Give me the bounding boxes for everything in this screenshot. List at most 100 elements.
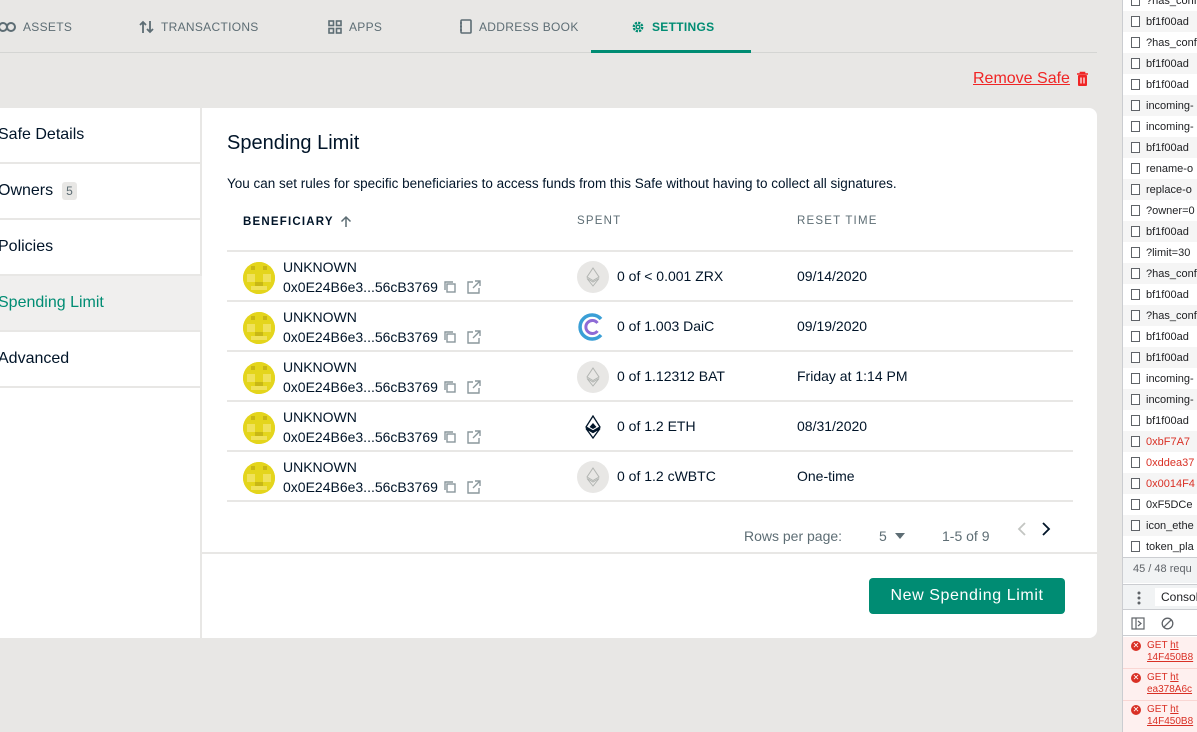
- next-page-icon[interactable]: [1041, 522, 1051, 536]
- file-icon: [1131, 58, 1140, 69]
- sidebar-item-advanced[interactable]: Advanced: [0, 332, 202, 388]
- copy-icon[interactable]: [443, 280, 457, 294]
- network-request-row[interactable]: ?has_conf: [1123, 263, 1197, 284]
- console-error-row[interactable]: ✕ GET ht 14F450B8: [1123, 701, 1197, 732]
- sidebar-item-safe-details[interactable]: Safe Details: [0, 108, 202, 164]
- copy-icon[interactable]: [443, 430, 457, 444]
- tab-transactions[interactable]: TRANSACTIONS: [139, 0, 259, 53]
- remove-safe-button[interactable]: Remove Safe: [973, 70, 1089, 88]
- sidebar-item-label: Policies: [0, 238, 54, 255]
- dropdown-arrow-icon: [894, 533, 905, 539]
- network-request-row[interactable]: ?has_conf: [1123, 32, 1197, 53]
- network-request-row[interactable]: bf1f00ad: [1123, 11, 1197, 32]
- request-name: ?has_conf: [1146, 267, 1197, 280]
- request-name: token_pla: [1146, 540, 1194, 553]
- sidebar-item-spending-limit[interactable]: Spending Limit: [0, 276, 202, 332]
- network-request-row[interactable]: rename-o: [1123, 158, 1197, 179]
- tab-assets-label: ASSETS: [23, 19, 73, 34]
- table-row[interactable]: UNKNOWN 0x0E24B6e3...56cB3769 0 of 1.123…: [227, 352, 1073, 402]
- clear-console-icon[interactable]: [1161, 617, 1174, 630]
- request-name: bf1f00ad: [1146, 330, 1189, 343]
- table-row[interactable]: UNKNOWN 0x0E24B6e3...56cB3769 0 of 1.2 c…: [227, 452, 1073, 502]
- error-url-cont[interactable]: 14F450B8: [1147, 652, 1193, 663]
- network-request-row[interactable]: bf1f00ad: [1123, 221, 1197, 242]
- sidebar-item-owners[interactable]: Owners 5: [0, 164, 202, 220]
- devtools-drawer-tabs: Consol: [1123, 584, 1197, 610]
- network-request-row[interactable]: incoming-: [1123, 116, 1197, 137]
- external-link-icon[interactable]: [467, 280, 481, 294]
- beneficiary-address: 0x0E24B6e3...56cB3769: [283, 329, 438, 345]
- network-request-row[interactable]: replace-o: [1123, 179, 1197, 200]
- reset-time: One-time: [797, 468, 855, 484]
- file-icon: [1131, 247, 1140, 258]
- network-request-row[interactable]: bf1f00ad: [1123, 326, 1197, 347]
- external-link-icon[interactable]: [467, 480, 481, 494]
- request-name: bf1f00ad: [1146, 15, 1189, 28]
- beneficiary-name: UNKNOWN: [283, 459, 357, 475]
- network-request-row[interactable]: ?has_conf: [1123, 0, 1197, 11]
- file-icon: [1131, 310, 1140, 321]
- console-error-row[interactable]: ✕ GET ht ea378A6c: [1123, 669, 1197, 701]
- network-request-row[interactable]: token_pla: [1123, 536, 1197, 557]
- request-name: ?has_conf: [1146, 309, 1197, 322]
- error-url-cont[interactable]: ea378A6c: [1147, 684, 1192, 695]
- network-request-row[interactable]: 0xddea37: [1123, 452, 1197, 473]
- copy-icon[interactable]: [443, 480, 457, 494]
- network-request-row[interactable]: bf1f00ad: [1123, 284, 1197, 305]
- error-url[interactable]: ht: [1170, 704, 1178, 715]
- sidebar-item-label: Spending Limit: [0, 294, 104, 311]
- request-name: bf1f00ad: [1146, 78, 1189, 91]
- network-request-row[interactable]: bf1f00ad: [1123, 53, 1197, 74]
- tab-address-book[interactable]: ADDRESS BOOK: [459, 0, 579, 53]
- network-request-row[interactable]: 0xF5DCe: [1123, 494, 1197, 515]
- beneficiary-name: UNKNOWN: [283, 359, 357, 375]
- file-icon: [1131, 394, 1140, 405]
- rows-per-page-select[interactable]: 5: [879, 528, 905, 544]
- request-name: 0xbF7A7: [1146, 435, 1191, 448]
- settings-card: Safe Details Owners 5 Policies Spending …: [0, 108, 1097, 638]
- table-row[interactable]: UNKNOWN 0x0E24B6e3...56cB3769 0 of 1.003…: [227, 302, 1073, 352]
- sidebar-item-policies[interactable]: Policies: [0, 220, 202, 276]
- beneficiary-avatar: [243, 362, 275, 394]
- network-request-row[interactable]: 0xbF7A7: [1123, 431, 1197, 452]
- spent-amount: 0 of 1.003 DaiC: [617, 318, 715, 334]
- prev-page-icon[interactable]: [1017, 522, 1027, 536]
- file-icon: [1131, 289, 1140, 300]
- error-url[interactable]: ht: [1170, 640, 1178, 651]
- beneficiary-name: UNKNOWN: [283, 259, 357, 275]
- network-request-row[interactable]: bf1f00ad: [1123, 137, 1197, 158]
- copy-icon[interactable]: [443, 330, 457, 344]
- sort-arrow-up-icon: [340, 215, 351, 227]
- network-request-row[interactable]: ?owner=0: [1123, 200, 1197, 221]
- network-request-row[interactable]: icon_ethe: [1123, 515, 1197, 536]
- new-spending-limit-button[interactable]: New Spending Limit: [869, 578, 1065, 614]
- beneficiary-name: UNKNOWN: [283, 309, 357, 325]
- external-link-icon[interactable]: [467, 330, 481, 344]
- console-error-row[interactable]: ✕ GET ht 14F450B8: [1123, 637, 1197, 669]
- transactions-icon: [139, 20, 154, 33]
- column-header-label: BENEFICIARY: [243, 215, 334, 228]
- network-request-row[interactable]: incoming-: [1123, 95, 1197, 116]
- error-url-cont[interactable]: 14F450B8: [1147, 716, 1193, 727]
- tab-apps[interactable]: APPS: [328, 0, 382, 53]
- network-request-row[interactable]: incoming-: [1123, 368, 1197, 389]
- table-row[interactable]: UNKNOWN 0x0E24B6e3...56cB3769 0 of 1.2 E…: [227, 402, 1073, 452]
- network-request-row[interactable]: 0x0014F4: [1123, 473, 1197, 494]
- network-request-row[interactable]: bf1f00ad: [1123, 410, 1197, 431]
- sidebar-toggle-icon[interactable]: [1131, 617, 1145, 630]
- network-request-row[interactable]: bf1f00ad: [1123, 74, 1197, 95]
- error-url[interactable]: ht: [1170, 672, 1178, 683]
- network-request-row[interactable]: ?limit=30: [1123, 242, 1197, 263]
- table-row[interactable]: UNKNOWN 0x0E24B6e3...56cB3769 0 of < 0.0…: [227, 252, 1073, 302]
- column-header-beneficiary[interactable]: BENEFICIARY: [243, 215, 352, 228]
- tab-assets[interactable]: ASSETS: [0, 0, 72, 53]
- external-link-icon[interactable]: [467, 380, 481, 394]
- network-request-row[interactable]: ?has_conf: [1123, 305, 1197, 326]
- more-vert-icon[interactable]: [1137, 591, 1141, 605]
- tab-console[interactable]: Consol: [1155, 588, 1197, 606]
- network-request-row[interactable]: incoming-: [1123, 389, 1197, 410]
- network-request-row[interactable]: bf1f00ad: [1123, 347, 1197, 368]
- copy-icon[interactable]: [443, 380, 457, 394]
- tab-settings[interactable]: SETTINGS: [631, 0, 714, 53]
- external-link-icon[interactable]: [467, 430, 481, 444]
